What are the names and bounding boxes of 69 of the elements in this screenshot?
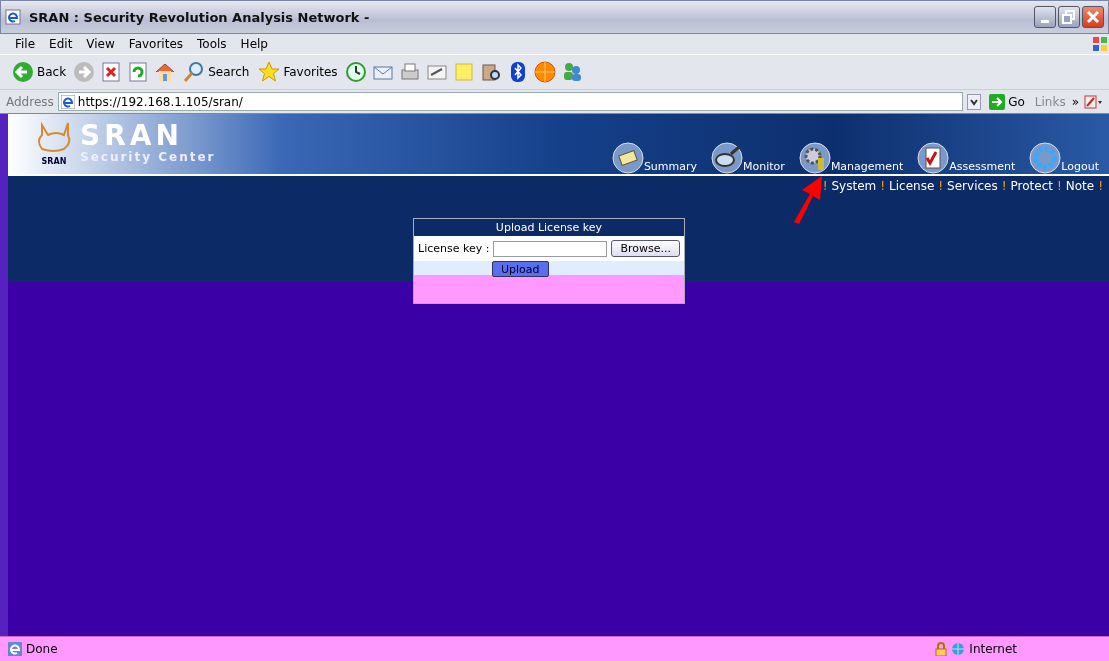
stop-icon[interactable] [100, 61, 123, 83]
status-text: Done [26, 642, 58, 656]
magnifier-icon [711, 142, 744, 174]
separator: ! [822, 179, 828, 193]
logo-caption: SRAN [41, 156, 67, 166]
nav-link[interactable]: Summary [611, 142, 698, 174]
pdf-icon[interactable] [1083, 93, 1103, 110]
close-icon [1086, 10, 1100, 24]
page-icon [60, 94, 75, 109]
home-icon[interactable] [154, 61, 177, 83]
panel-title: Upload License key [414, 219, 684, 236]
separator: ! [1098, 179, 1103, 193]
gear-icon [798, 142, 831, 174]
page-icon [8, 642, 22, 656]
submenu-link[interactable]: Note [1065, 179, 1095, 193]
field-label: License key : [418, 242, 490, 255]
nav-link[interactable]: Logout [1029, 142, 1099, 174]
books-icon[interactable] [479, 61, 502, 83]
star-icon [258, 61, 281, 83]
arrow-icon [989, 93, 1006, 110]
menu-item[interactable]: Edit [44, 37, 78, 51]
window-title: SRAN : Security Revolution Analysis Network - [29, 9, 371, 25]
windows-flag-icon [1091, 35, 1109, 53]
minimize-button[interactable] [1034, 6, 1056, 28]
menu-item[interactable]: Tools [192, 37, 232, 51]
submenu-link[interactable]: Services [947, 179, 998, 193]
search-button[interactable]: Search [181, 61, 252, 83]
clock-icon[interactable] [344, 61, 367, 83]
close-button[interactable] [1082, 6, 1104, 28]
menu-item[interactable]: View [81, 37, 120, 51]
separator: ! [938, 179, 944, 193]
globe-icon[interactable] [533, 61, 556, 83]
browser-icon [5, 9, 21, 25]
search-icon [183, 61, 206, 83]
globe-icon [951, 642, 966, 656]
go-button[interactable]: Go [985, 93, 1029, 110]
separator: ! [880, 179, 886, 193]
menu-item[interactable]: File [10, 37, 41, 51]
nav-link[interactable]: Assessment [917, 142, 1016, 174]
address-label: Address [6, 94, 54, 109]
back-button[interactable]: Back [10, 61, 69, 83]
browse-button[interactable]: Browse... [611, 240, 680, 257]
star-button[interactable]: Favorites [256, 61, 340, 83]
restore-icon [1062, 10, 1076, 24]
submenu-link[interactable]: System [831, 179, 877, 193]
upload-button[interactable]: Upload [492, 261, 549, 277]
file-field[interactable] [493, 240, 608, 257]
document-icon [611, 142, 644, 174]
more-button[interactable]: » [1071, 94, 1079, 109]
dropdown-icon[interactable] [967, 93, 982, 110]
lock-icon [935, 642, 948, 656]
refresh-icon[interactable] [127, 61, 150, 83]
back-icon [12, 61, 34, 83]
nav-link[interactable]: Management [798, 142, 904, 174]
gear-icon [1029, 142, 1062, 174]
site-logo: SRAN [80, 122, 184, 150]
submenu-link[interactable]: License [889, 179, 935, 193]
printer-icon[interactable] [398, 61, 421, 83]
minimize-icon [1041, 19, 1049, 23]
restore-button[interactable] [1058, 6, 1080, 28]
address-field[interactable]: https://192.168.1.105/sran/ [57, 92, 964, 111]
zone-text: Internet [969, 642, 1017, 656]
menu-item[interactable]: Favorites [123, 37, 189, 51]
menu-item[interactable]: Help [235, 37, 273, 51]
nav-link[interactable]: Monitor [711, 142, 785, 174]
separator: ! [1056, 179, 1062, 193]
site-tagline: Security Center [80, 150, 216, 164]
submenu-link[interactable]: Protect [1010, 179, 1053, 193]
separator: ! [1001, 179, 1007, 193]
